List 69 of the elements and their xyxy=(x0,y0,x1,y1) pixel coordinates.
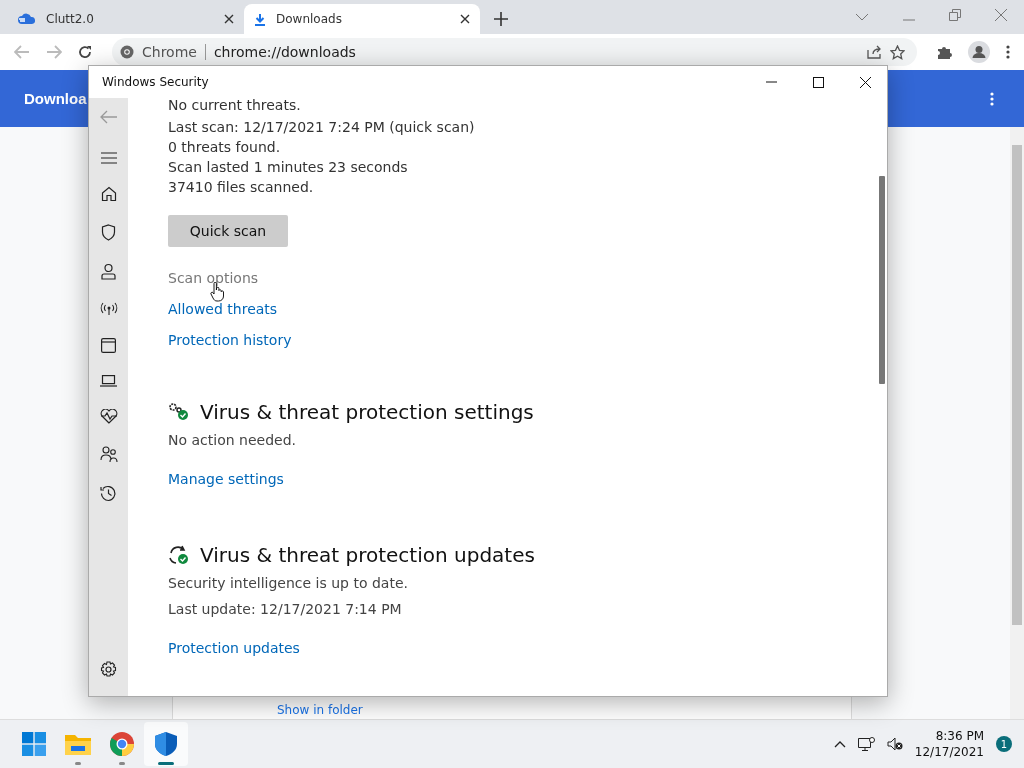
status-text: Last scan: 12/17/2021 7:24 PM (quick scan) xyxy=(168,118,476,137)
chrome-icon xyxy=(110,732,134,756)
site-label: Chrome xyxy=(142,44,197,60)
windows-start-icon xyxy=(22,732,46,756)
laptop-icon[interactable] xyxy=(100,375,117,387)
refresh-check-icon xyxy=(168,545,190,565)
show-in-folder-link[interactable]: Show in folder xyxy=(277,703,363,717)
window-title: Windows Security xyxy=(102,75,209,89)
link[interactable]: Manage settings xyxy=(168,470,284,489)
gears-check-icon xyxy=(168,402,190,422)
taskbar-clock[interactable]: 8:36 PM 12/17/2021 xyxy=(914,728,984,760)
wireless-icon[interactable] xyxy=(99,302,118,316)
shield-icon xyxy=(155,732,177,756)
menu-icon[interactable] xyxy=(1006,45,1010,59)
status-text: 37410 files scanned. xyxy=(168,178,315,197)
section-text: Security intelligence is up to date. xyxy=(168,574,408,593)
quick-scan-button[interactable]: Quick scan xyxy=(168,215,288,247)
folder-icon xyxy=(65,733,91,755)
url-text: chrome://downloads xyxy=(213,44,356,60)
share-icon[interactable] xyxy=(867,45,882,59)
new-tab-icon[interactable] xyxy=(494,12,508,26)
heart-pulse-icon[interactable] xyxy=(99,409,118,424)
maximize-icon[interactable] xyxy=(813,76,824,88)
chevron-up-icon[interactable] xyxy=(833,740,846,748)
running-indicator xyxy=(158,762,174,765)
shield-icon[interactable] xyxy=(101,224,116,241)
close-icon[interactable] xyxy=(860,76,871,88)
chevron-down-icon[interactable] xyxy=(855,13,869,21)
link[interactable]: Protection history xyxy=(168,331,292,350)
section-text: No action needed. xyxy=(168,431,296,450)
link[interactable]: Allowed threats xyxy=(168,300,278,319)
scrollbar[interactable] xyxy=(1010,127,1024,719)
section-heading: Virus & threat protection updates xyxy=(200,543,535,567)
settings-icon[interactable] xyxy=(100,661,117,678)
taskbar-app[interactable] xyxy=(144,722,188,766)
puzzle-icon[interactable] xyxy=(937,44,952,60)
close-icon[interactable] xyxy=(224,14,234,24)
running-indicator xyxy=(119,762,125,765)
status-text: 0 threats found. xyxy=(168,138,282,157)
history-icon[interactable] xyxy=(100,485,117,502)
status-text: No current threats. xyxy=(168,96,302,115)
person-icon[interactable] xyxy=(101,263,116,280)
chrome-icon xyxy=(120,45,134,59)
network-icon[interactable] xyxy=(857,736,875,752)
cloud-icon xyxy=(18,13,36,25)
running-indicator xyxy=(75,762,81,765)
family-icon[interactable] xyxy=(99,446,118,463)
link[interactable]: Scan options xyxy=(168,269,259,288)
browser-tab[interactable]: Clutt2.0 xyxy=(8,4,244,34)
section-text: Last update: 12/17/2021 7:14 PM xyxy=(168,600,402,619)
link[interactable]: Protection updates xyxy=(168,639,300,658)
profile-icon[interactable] xyxy=(968,41,990,63)
browser-tab[interactable]: Downloads xyxy=(244,4,480,34)
download-icon xyxy=(254,12,266,26)
home-icon[interactable] xyxy=(100,186,117,202)
browser-window-icon[interactable] xyxy=(101,338,116,353)
star-icon[interactable] xyxy=(890,44,905,60)
reload-icon[interactable] xyxy=(78,45,92,59)
clock-date: 12/17/2021 xyxy=(914,744,984,760)
clock-time: 8:36 PM xyxy=(935,728,984,744)
speaker-muted-icon[interactable] xyxy=(886,737,903,751)
status-text: Scan lasted 1 minutes 23 seconds xyxy=(168,158,409,177)
menu-icon[interactable] xyxy=(990,91,994,106)
restore-icon[interactable] xyxy=(949,9,961,21)
page-title: Downloa xyxy=(24,90,87,107)
notification-badge[interactable]: 1 xyxy=(996,736,1012,752)
section-heading: Virus & threat protection settings xyxy=(200,400,534,424)
close-icon[interactable] xyxy=(460,14,470,24)
address-bar[interactable]: Chrome chrome://downloads xyxy=(112,38,917,66)
